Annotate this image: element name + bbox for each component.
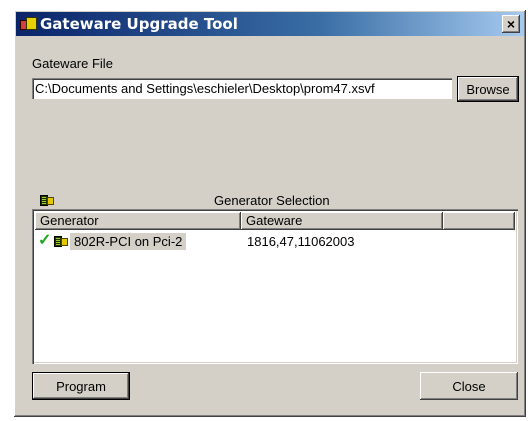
title-close-button[interactable]: ×	[502, 15, 520, 33]
table-row[interactable]: ✓ 802R-PCI on Pci-2 1816,47,11062003	[35, 232, 354, 250]
generator-name: 802R-PCI on Pci-2	[70, 232, 187, 250]
program-button[interactable]: Program	[32, 372, 130, 400]
gateware-upgrade-window: Gateware Upgrade Tool × Gateware File C:…	[14, 10, 526, 417]
gateware-file-input[interactable]: C:\Documents and Settings\eschieler\Desk…	[32, 78, 452, 99]
app-icon	[20, 17, 37, 31]
generator-list[interactable]: Generator Gateware ✓ 802R-PCI on Pci-2 1…	[32, 209, 518, 364]
generator-list-header: Generator Gateware	[35, 212, 515, 230]
column-header-gateware[interactable]: Gateware	[241, 212, 443, 230]
window-title: Gateware Upgrade Tool	[40, 15, 238, 33]
column-header-generator[interactable]: Generator	[35, 212, 241, 230]
title-bar[interactable]: Gateware Upgrade Tool ×	[16, 12, 524, 36]
browse-button[interactable]: Browse	[457, 76, 519, 102]
gateware-version: 1816,47,11062003	[247, 233, 355, 249]
generator-selection-title: Generator Selection	[214, 193, 330, 208]
generator-board-icon	[54, 235, 68, 247]
check-icon: ✓	[38, 232, 52, 249]
column-header-empty[interactable]	[443, 212, 515, 230]
gateware-file-label: Gateware File	[32, 56, 113, 71]
close-button[interactable]: Close	[420, 372, 518, 400]
generator-board-icon	[40, 192, 54, 207]
